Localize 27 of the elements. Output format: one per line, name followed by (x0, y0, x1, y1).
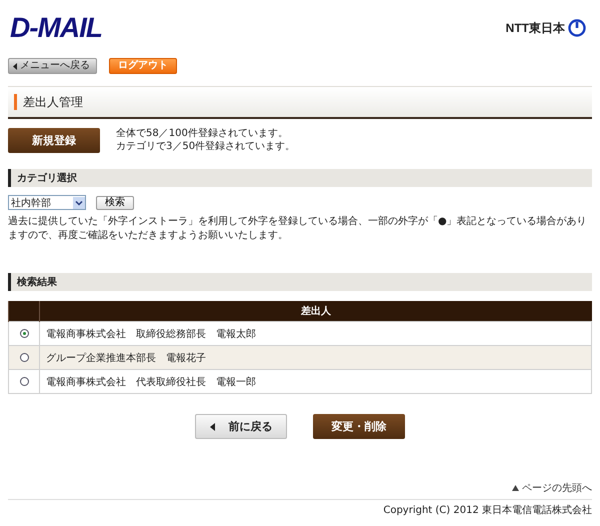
triangle-up-icon (512, 485, 519, 491)
table-cell: グループ企業推進本部長 電報花子 (40, 346, 592, 370)
action-button[interactable]: 変更・削除 (313, 414, 405, 439)
radio-button[interactable] (20, 376, 28, 386)
section-title: カテゴリ選択 (17, 172, 77, 185)
register-button[interactable]: 新規登録 (8, 128, 100, 152)
column-header: 差出人 (40, 301, 592, 322)
copyright: Copyright (C) 2012 東日本電信電話株式会社 (383, 504, 592, 517)
logo: D-MAIL (10, 12, 102, 44)
table-cell: 電報商事株式会社 代表取締役社長 電報一郎 (40, 370, 592, 394)
brand-name: NTT東日本 (506, 20, 565, 36)
triangle-left-icon (210, 422, 214, 430)
table-cell: 電報商事株式会社 取締役総務部長 電報太郎 (40, 322, 592, 346)
radio-button[interactable] (20, 328, 28, 338)
triangle-left-icon (13, 62, 17, 70)
radio-button[interactable] (20, 352, 28, 362)
section-title: 検索結果 (17, 276, 57, 289)
count-text: カテゴリで3／50件登録されています。 (116, 140, 296, 153)
category-select[interactable]: 社内幹部 (8, 195, 86, 210)
ring-logo-icon (568, 19, 586, 37)
action-button[interactable]: 前に戻る (195, 414, 287, 439)
count-text: 全体で58／100件登録されています。 (116, 127, 289, 140)
nav-button[interactable]: メニューへ戻る (8, 58, 97, 74)
notice-text: 過去に提供していた「外字インストーラ」を利用して外字を登録している場合、一部の外字が「●」表記となっている場合がありますので、再度ご確認をいただきますようお願いいたします。 (8, 215, 588, 243)
page-top-link[interactable]: ページの先頭へ (512, 481, 592, 495)
page-title: 差出人管理 (23, 94, 83, 110)
search-button[interactable]: 検索 (96, 196, 134, 210)
